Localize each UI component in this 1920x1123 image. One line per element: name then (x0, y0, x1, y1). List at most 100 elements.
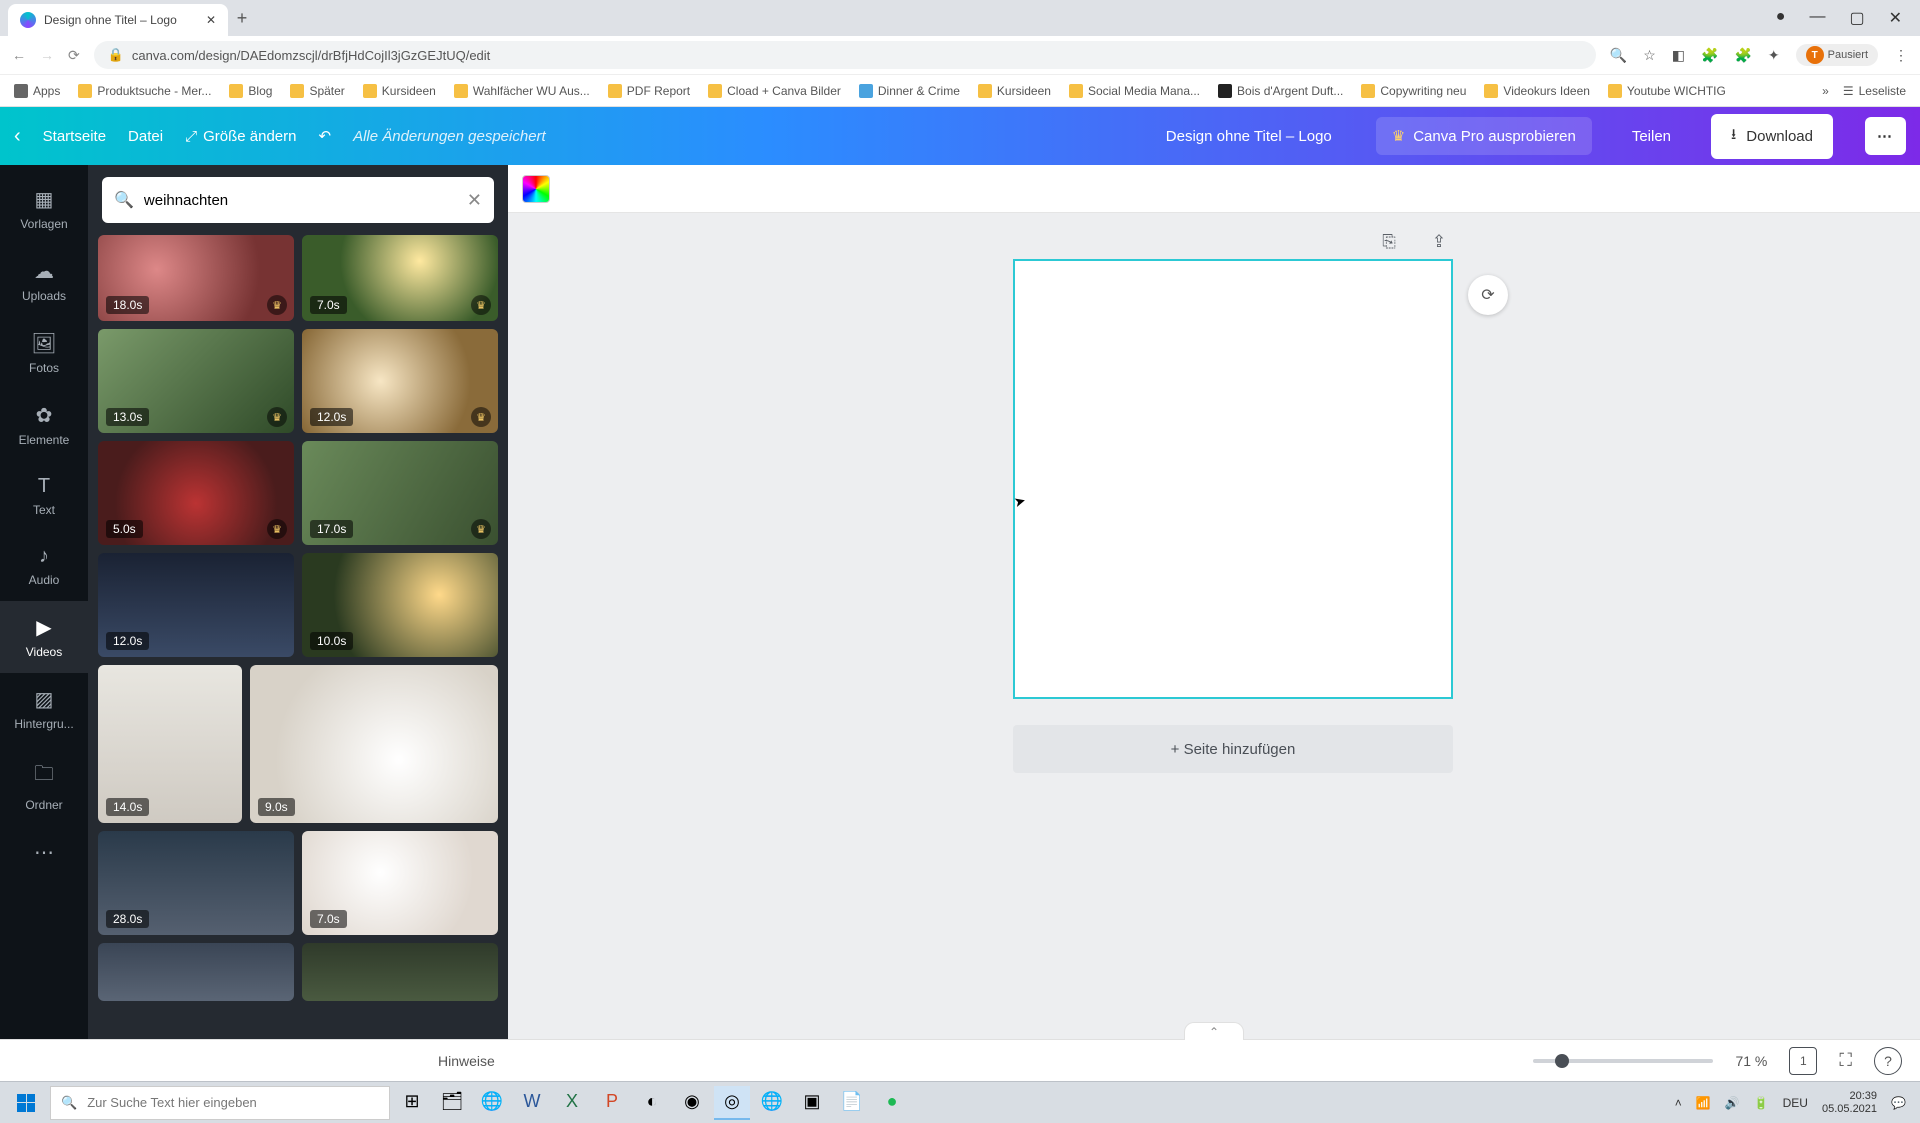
more-button[interactable]: ⋯ (1865, 117, 1906, 155)
refresh-canvas-icon[interactable]: ⟳ (1468, 275, 1508, 315)
rail-photos[interactable]: 🖼Fotos (0, 317, 88, 389)
browser-tab[interactable]: Design ohne Titel – Logo ✕ (8, 4, 228, 36)
close-window-icon[interactable]: ✕ (1889, 8, 1902, 28)
file-button[interactable]: Datei (128, 128, 163, 145)
video-thumb[interactable]: 5.0s♛ (98, 441, 294, 545)
explorer-icon[interactable]: 🗂 (434, 1086, 470, 1120)
resize-button[interactable]: ⤢ Größe ändern (185, 128, 296, 145)
extensions-icon[interactable]: ✦ (1768, 47, 1780, 64)
canvas-page[interactable] (1013, 259, 1453, 699)
rail-videos[interactable]: ▶Videos (0, 601, 88, 673)
bookmark-item[interactable]: Später (290, 84, 344, 98)
share-button[interactable]: Teilen (1632, 128, 1671, 145)
zoom-icon[interactable]: 🔍 (1610, 47, 1627, 64)
video-thumb[interactable]: 18.0s♛ (98, 235, 294, 321)
obs-icon[interactable]: ◉ (674, 1086, 710, 1120)
video-thumb[interactable]: 7.0s♛ (302, 235, 498, 321)
download-button[interactable]: ⭳ Download (1711, 114, 1833, 159)
bookmark-item[interactable]: Copywriting neu (1361, 84, 1466, 98)
taskview-icon[interactable]: ⊞ (394, 1086, 430, 1120)
clock[interactable]: 20:39 05.05.2021 (1822, 1090, 1877, 1115)
video-thumb[interactable]: 14.0s (98, 665, 242, 823)
battery-icon[interactable]: 🔋 (1754, 1096, 1769, 1110)
canva-pro-button[interactable]: ♛ Canva Pro ausprobieren (1376, 117, 1592, 155)
qr-icon[interactable]: ◧ (1672, 47, 1685, 64)
app2-icon[interactable]: ▣ (794, 1086, 830, 1120)
design-title[interactable]: Design ohne Titel – Logo (1166, 128, 1332, 145)
bookmarks-overflow[interactable]: » (1822, 84, 1829, 98)
apps-button[interactable]: Apps (14, 84, 60, 98)
edge2-icon[interactable]: 🌐 (754, 1086, 790, 1120)
notepad-icon[interactable]: 📄 (834, 1086, 870, 1120)
ext1-icon[interactable]: 🧩 (1701, 47, 1718, 64)
bookmark-item[interactable]: Blog (229, 84, 272, 98)
forward-icon[interactable]: → (40, 47, 54, 63)
bookmark-item[interactable]: Kursideen (363, 84, 436, 98)
upload-page-icon[interactable]: ⇪ (1426, 229, 1452, 255)
help-button[interactable]: ? (1874, 1047, 1902, 1075)
start-button[interactable] (6, 1086, 46, 1120)
canvas-stage[interactable]: ⎘ ⇪ ⟳ ➤ + Seite hinzufügen ⌃ (508, 165, 1920, 1039)
video-thumb[interactable]: 7.0s (302, 831, 498, 935)
ext2-icon[interactable]: 🧩 (1734, 47, 1751, 64)
undo-icon[interactable]: ↶ (318, 127, 331, 145)
star-icon[interactable]: ☆ (1643, 47, 1656, 64)
notes-button[interactable]: Hinweise (438, 1053, 495, 1069)
video-thumb[interactable]: 28.0s (98, 831, 294, 935)
zoom-slider[interactable] (1533, 1059, 1713, 1063)
pause-pill[interactable]: T Pausiert (1796, 44, 1878, 66)
taskbar-search[interactable]: 🔍 Zur Suche Text hier eingeben (50, 1086, 390, 1120)
new-tab-button[interactable]: + (228, 8, 256, 29)
video-thumb[interactable]: 13.0s♛ (98, 329, 294, 433)
excel-icon[interactable]: X (554, 1086, 590, 1120)
video-grid[interactable]: 18.0s♛ 7.0s♛ 13.0s♛ 12.0s♛ 5.0s♛ 17.0s♛ … (88, 235, 508, 1039)
back-icon[interactable]: ← (12, 47, 26, 63)
rail-background[interactable]: ▨Hintergru... (0, 673, 88, 745)
edge-icon[interactable]: 🌐 (474, 1086, 510, 1120)
wifi-icon[interactable]: 📶 (1696, 1096, 1711, 1110)
chrome-icon[interactable]: ◎ (714, 1086, 750, 1120)
bookmark-item[interactable]: Dinner & Crime (859, 84, 960, 98)
menu-icon[interactable]: ⋮ (1894, 47, 1908, 64)
rail-more[interactable]: ⋯ (0, 826, 88, 884)
bookmark-item[interactable]: Videokurs Ideen (1484, 84, 1590, 98)
video-thumb[interactable] (98, 943, 294, 1001)
search-input[interactable] (144, 192, 457, 209)
rail-text[interactable]: TText (0, 461, 88, 531)
maximize-icon[interactable]: ▢ (1849, 8, 1864, 28)
video-thumb[interactable] (302, 943, 498, 1001)
tab-close-icon[interactable]: ✕ (206, 13, 216, 27)
rail-audio[interactable]: ♪Audio (0, 531, 88, 601)
reload-icon[interactable]: ⟳ (68, 47, 80, 64)
readlist-button[interactable]: ☰Leseliste (1843, 84, 1906, 98)
app-icon[interactable]: ◐ (634, 1086, 670, 1120)
add-page-button[interactable]: + Seite hinzufügen (1013, 725, 1453, 773)
video-thumb[interactable]: 10.0s (302, 553, 498, 657)
profile-dot-icon[interactable]: ● (1776, 8, 1786, 28)
video-thumb[interactable]: 9.0s (250, 665, 498, 823)
home-button[interactable]: Startseite (43, 128, 106, 145)
fullscreen-icon[interactable]: ⛶ (1839, 1050, 1852, 1071)
bookmark-item[interactable]: Kursideen (978, 84, 1051, 98)
clear-search-icon[interactable]: ✕ (467, 190, 482, 211)
rail-templates[interactable]: ▦Vorlagen (0, 173, 88, 245)
bookmark-item[interactable]: Social Media Mana... (1069, 84, 1200, 98)
bookmark-item[interactable]: Wahlfächer WU Aus... (454, 84, 590, 98)
spotify-icon[interactable]: ● (874, 1086, 910, 1120)
notifications-icon[interactable]: 💬 (1891, 1096, 1906, 1110)
bookmark-item[interactable]: PDF Report (608, 84, 690, 98)
rail-uploads[interactable]: ☁Uploads (0, 245, 88, 317)
expand-pages-icon[interactable]: ⌃ (1184, 1022, 1244, 1040)
bookmark-item[interactable]: Bois d'Argent Duft... (1218, 84, 1343, 98)
video-thumb[interactable]: 12.0s (98, 553, 294, 657)
word-icon[interactable]: W (514, 1086, 550, 1120)
rail-elements[interactable]: ✿Elemente (0, 389, 88, 461)
duplicate-page-icon[interactable]: ⎘ (1376, 229, 1402, 255)
lang-indicator[interactable]: DEU (1783, 1096, 1808, 1110)
rail-folders[interactable]: 🗀Ordner (0, 745, 88, 826)
video-thumb[interactable]: 12.0s♛ (302, 329, 498, 433)
bookmark-item[interactable]: Youtube WICHTIG (1608, 84, 1726, 98)
zoom-knob[interactable] (1555, 1054, 1569, 1068)
powerpoint-icon[interactable]: P (594, 1086, 630, 1120)
page-indicator[interactable]: 1 (1789, 1047, 1817, 1075)
